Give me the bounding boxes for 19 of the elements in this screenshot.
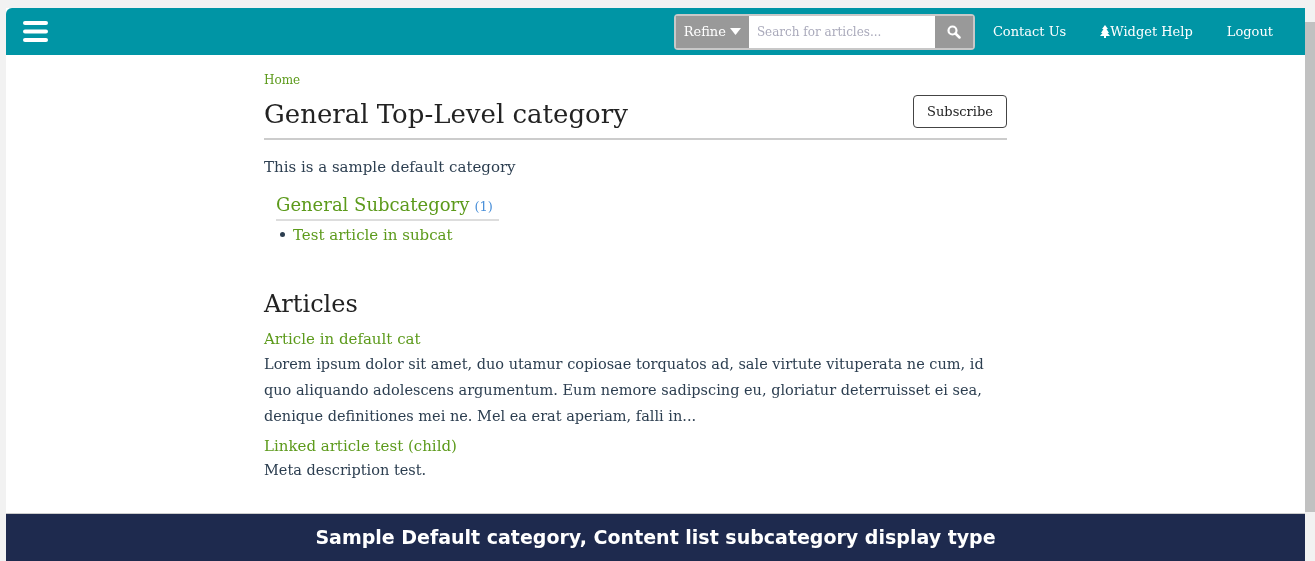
category-description: This is a sample default category (264, 157, 517, 178)
article-summary: Lorem ipsum dolor sit amet, duo utamur copiosae torquatos ad, sale virtute vituperata ne cum, id quo aliquando adolescens argumentum. Eum nemore sadipscing eu, gloriatur deterruisset ei sea, denique definitiones mei ne. Mel ea erat aperiam, falli in... (264, 354, 985, 426)
section-heading: Articles (264, 289, 359, 320)
nav-link[interactable]: Contact Us (992, 21, 1067, 42)
bullet-icon (280, 232, 285, 238)
nav-link[interactable]: Widget Help (1100, 21, 1193, 42)
article-link[interactable]: Linked article test (child) (264, 434, 457, 457)
article-summary: Meta description test. (264, 461, 428, 480)
footer-banner: Sample Default category, Content list subcategory display type (6, 513, 1305, 561)
page-title: General Top-Level category (264, 98, 628, 131)
tree-icon (1100, 25, 1111, 38)
nav-link[interactable]: Logout (1226, 21, 1273, 42)
article-link[interactable]: Test article in subcat (293, 223, 453, 246)
article-link[interactable]: Article in default cat (264, 328, 421, 351)
article-count: (1) (474, 197, 493, 216)
breadcrumb-link[interactable]: Home (264, 73, 301, 87)
subscribe-button[interactable]: Subscribe (913, 95, 1007, 128)
menu-icon[interactable] (23, 21, 48, 42)
subcategory-link[interactable]: General Subcategory (276, 190, 470, 218)
